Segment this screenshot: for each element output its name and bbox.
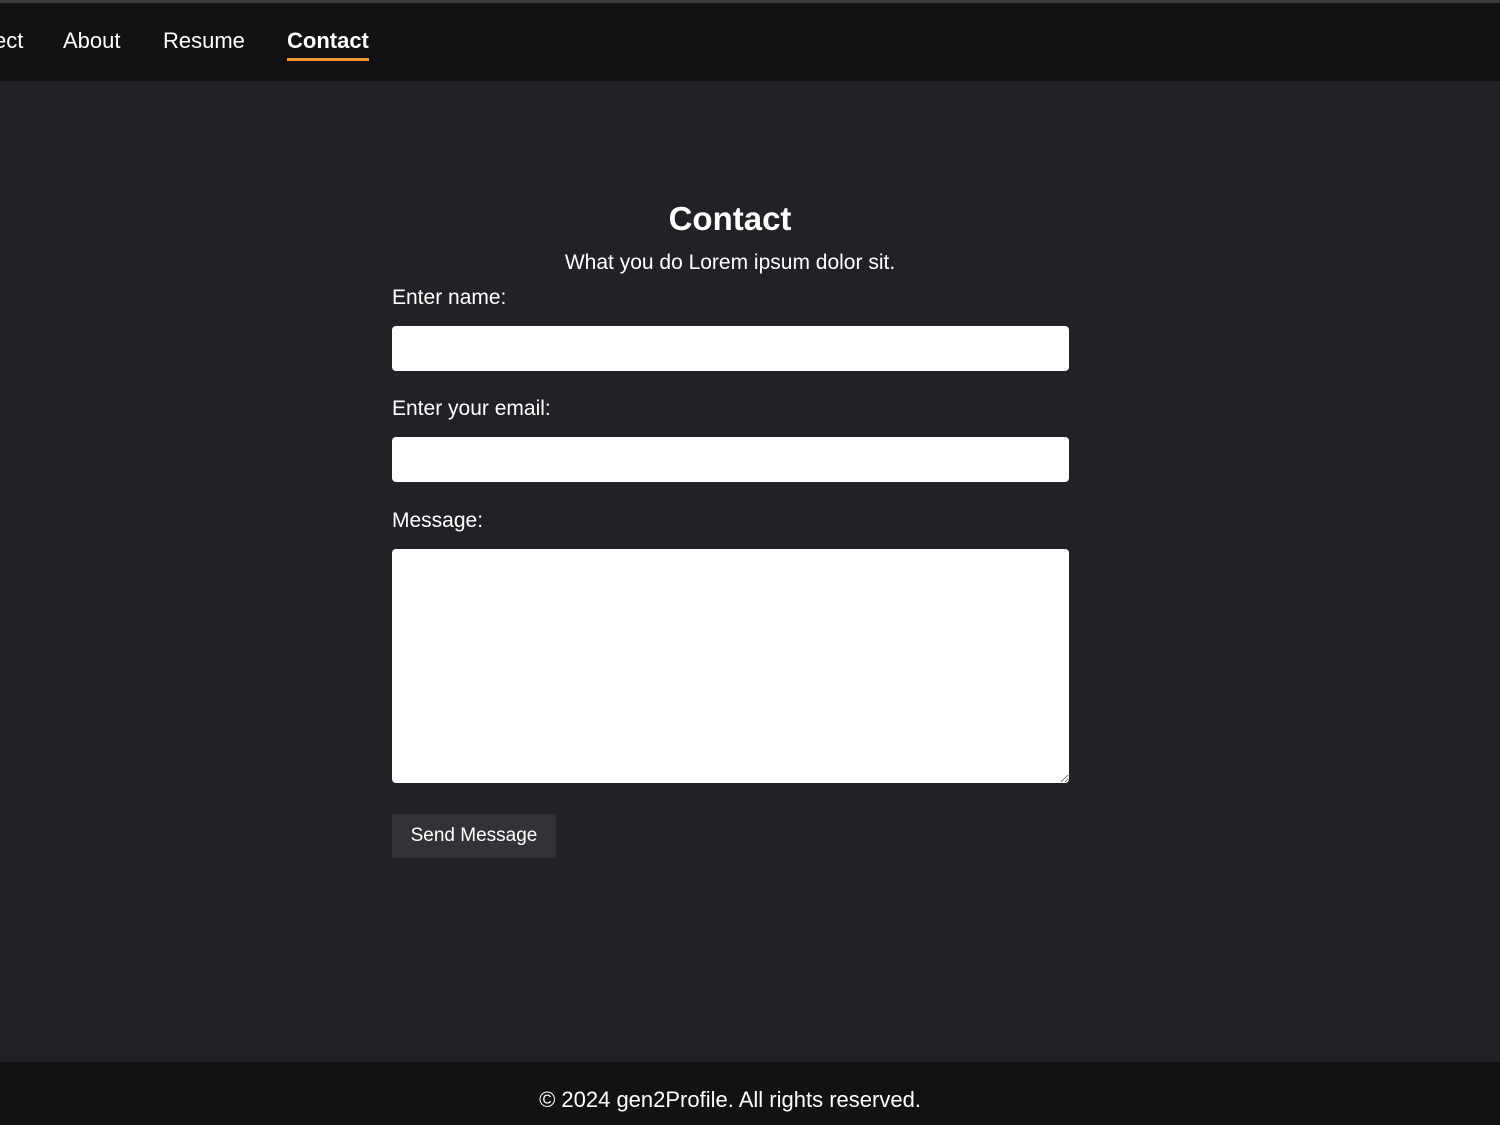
name-label: Enter name: <box>392 286 507 309</box>
copyright-text: © 2024 gen2Profile. All rights reserved. <box>539 1087 921 1112</box>
nav-link-about[interactable]: About <box>63 26 121 56</box>
page-title: Contact <box>668 200 792 237</box>
send-message-button[interactable]: Send Message <box>392 814 556 858</box>
name-input[interactable] <box>392 326 1069 371</box>
footer: © 2024 gen2Profile. All rights reserved. <box>0 1062 1500 1125</box>
message-label: Message: <box>392 509 484 532</box>
nav-link-contact-label: Contact <box>287 28 369 53</box>
top-navbar: ect About Resume Contact <box>0 3 1500 81</box>
email-input[interactable] <box>392 437 1069 482</box>
active-tab-underline <box>287 58 369 61</box>
nav-link-resume[interactable]: Resume <box>163 26 245 56</box>
nav-link-project[interactable]: ect <box>0 26 23 56</box>
email-label: Enter your email: <box>392 397 551 420</box>
message-textarea[interactable] <box>392 549 1069 783</box>
nav-link-contact[interactable]: Contact <box>287 26 369 61</box>
page-subtitle: What you do Lorem ipsum dolor sit. <box>564 251 896 274</box>
